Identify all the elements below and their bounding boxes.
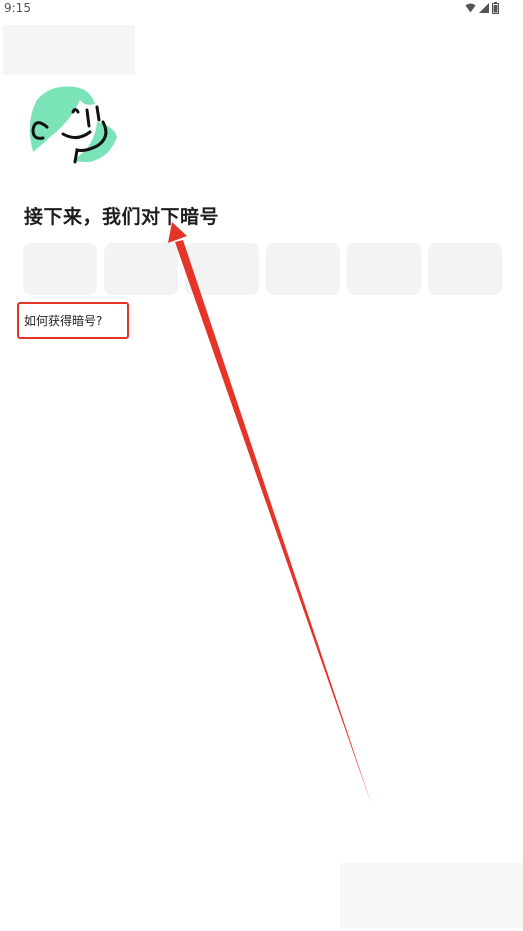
code-box-2[interactable] [104, 243, 178, 295]
code-box-1[interactable] [23, 243, 97, 295]
back-button-area[interactable] [3, 25, 135, 75]
secret-code-input-row [23, 243, 502, 295]
battery-icon [492, 2, 499, 14]
status-bar: 9:15 [0, 0, 523, 18]
screen: 9:15 接下来，我们对下暗号 如何获得暗号? [0, 0, 523, 931]
help-link-label: 如何获得暗号? [24, 314, 103, 328]
code-box-5[interactable] [347, 243, 421, 295]
bottom-action-area[interactable] [340, 863, 523, 928]
code-box-3[interactable] [185, 243, 259, 295]
avatar-logo [29, 86, 117, 164]
wifi-icon [465, 3, 476, 13]
code-box-4[interactable] [266, 243, 340, 295]
how-to-get-code-link[interactable]: 如何获得暗号? [17, 302, 129, 339]
status-icons [465, 2, 499, 14]
page-title: 接下来，我们对下暗号 [24, 206, 220, 228]
status-time: 9:15 [4, 1, 31, 15]
code-box-6[interactable] [428, 243, 502, 295]
signal-icon [479, 3, 489, 13]
